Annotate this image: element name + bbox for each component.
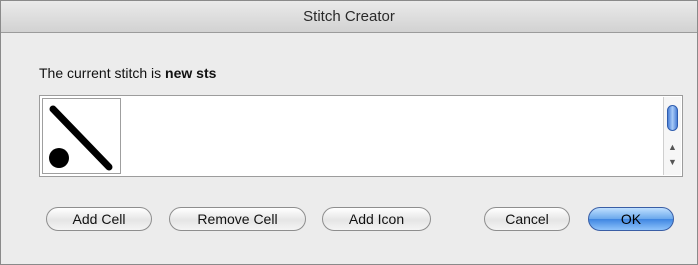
add-cell-button[interactable]: Add Cell [46, 207, 152, 231]
scrollbar-thumb[interactable] [667, 105, 678, 131]
cancel-button[interactable]: Cancel [484, 207, 570, 231]
dialog-body: The current stitch is new sts ▲ ▼ Add Ce… [1, 33, 697, 264]
vertical-scrollbar[interactable]: ▲ ▼ [663, 97, 681, 175]
diagonal-stitch-with-dot-icon [49, 105, 113, 171]
current-stitch-label: The current stitch is new sts [39, 65, 216, 81]
remove-cell-button[interactable]: Remove Cell [169, 207, 306, 231]
stitch-creator-dialog: Stitch Creator The current stitch is new… [0, 0, 698, 265]
stitch-cell[interactable] [42, 98, 121, 174]
current-stitch-prefix: The current stitch is [39, 65, 166, 81]
stitch-cell-strip[interactable]: ▲ ▼ [39, 95, 683, 177]
ok-button[interactable]: OK [588, 207, 674, 231]
window-title: Stitch Creator [1, 1, 697, 33]
scroll-up-icon[interactable]: ▲ [664, 141, 681, 154]
scroll-down-icon[interactable]: ▼ [664, 156, 681, 169]
current-stitch-name: new sts [165, 65, 217, 81]
add-icon-button[interactable]: Add Icon [322, 207, 431, 231]
